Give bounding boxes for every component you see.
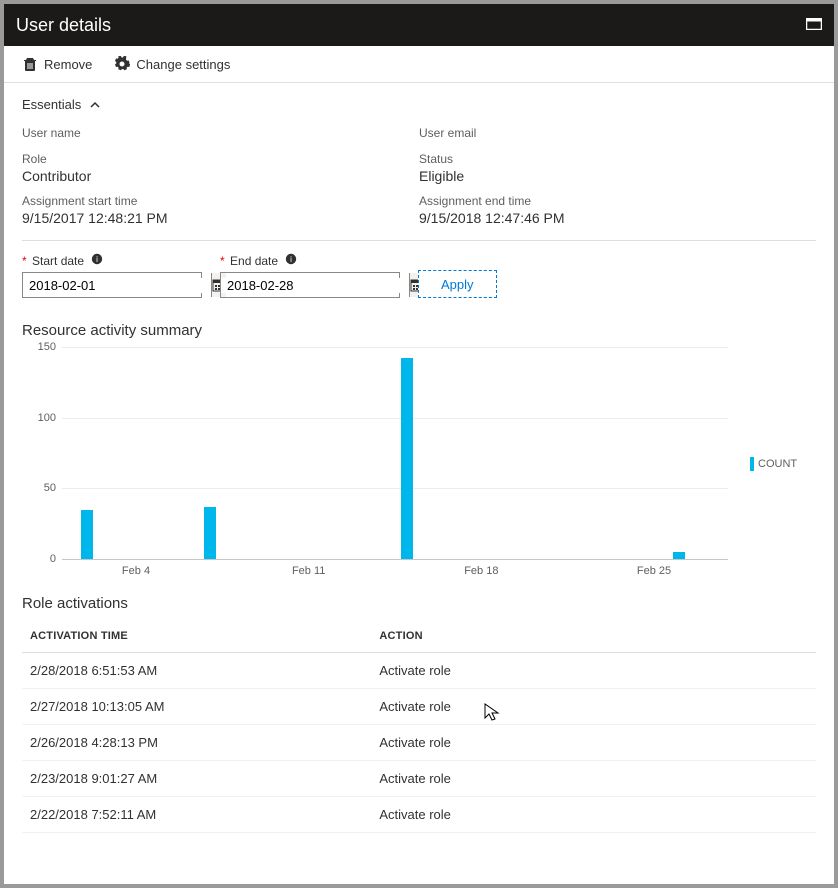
- essentials-toggle[interactable]: Essentials: [22, 93, 816, 120]
- user-details-panel: User details Remove Change settings Esse…: [0, 0, 838, 888]
- col-activation-time[interactable]: ACTIVATION TIME: [22, 620, 371, 653]
- activation-time-cell: 2/22/2018 7:52:11 AM: [22, 797, 371, 833]
- chart-xtick: Feb 18: [464, 565, 498, 577]
- action-cell: Activate role: [371, 653, 816, 689]
- col-action[interactable]: ACTION: [371, 620, 816, 653]
- end-date-input[interactable]: [221, 278, 409, 293]
- required-asterisk: *: [22, 254, 27, 268]
- action-cell: Activate role: [371, 797, 816, 833]
- start-date-input-wrap: [22, 272, 202, 298]
- action-cell: Activate role: [371, 689, 816, 725]
- essentials-label: Essentials: [22, 97, 81, 112]
- maximize-icon: [806, 18, 822, 30]
- gear-icon: [114, 56, 130, 72]
- table-row[interactable]: 2/22/2018 7:52:11 AMActivate role: [22, 797, 816, 833]
- legend-swatch: [750, 457, 754, 471]
- assignment-end-label: Assignment end time: [419, 194, 816, 208]
- table-header-row: ACTIVATION TIME ACTION: [22, 620, 816, 653]
- activation-time-cell: 2/23/2018 9:01:27 AM: [22, 761, 371, 797]
- apply-button[interactable]: Apply: [418, 270, 497, 298]
- chart-xtick: Feb 11: [292, 565, 325, 577]
- chart-legend: COUNT: [750, 351, 797, 577]
- chart-ytick: 50: [44, 482, 56, 494]
- field-username: User name: [22, 126, 419, 142]
- table-row[interactable]: 2/26/2018 4:28:13 PMActivate role: [22, 725, 816, 761]
- chart-xtick: Feb 25: [637, 565, 671, 577]
- info-icon[interactable]: i: [91, 253, 103, 268]
- action-cell: Activate role: [371, 725, 816, 761]
- chart-xtick: Feb 4: [122, 565, 150, 577]
- activation-time-cell: 2/26/2018 4:28:13 PM: [22, 725, 371, 761]
- role-value: Contributor: [22, 168, 419, 184]
- chart-bar[interactable]: [81, 510, 93, 559]
- chart-bar[interactable]: [401, 358, 413, 559]
- assignment-end-value: 9/15/2018 12:47:46 PM: [419, 210, 816, 226]
- trash-icon: [22, 56, 38, 72]
- svg-text:i: i: [291, 255, 293, 264]
- change-settings-label: Change settings: [136, 57, 230, 72]
- assignment-start-label: Assignment start time: [22, 194, 419, 208]
- required-asterisk: *: [220, 254, 225, 268]
- field-assignment-end: Assignment end time 9/15/2018 12:47:46 P…: [419, 194, 816, 226]
- chart-bar[interactable]: [673, 552, 685, 559]
- activity-summary-heading: Resource activity summary: [22, 322, 816, 339]
- titlebar: User details: [4, 4, 834, 46]
- end-date-field: * End date i: [220, 253, 400, 298]
- role-activations-heading: Role activations: [22, 595, 816, 612]
- remove-button[interactable]: Remove: [22, 56, 92, 72]
- table-row[interactable]: 2/27/2018 10:13:05 AMActivate role: [22, 689, 816, 725]
- content-area: Essentials User name User email Role Con…: [4, 83, 834, 884]
- username-label: User name: [22, 126, 419, 140]
- table-row[interactable]: 2/28/2018 6:51:53 AMActivate role: [22, 653, 816, 689]
- start-date-field: * Start date i: [22, 253, 202, 298]
- essentials-section: User name User email Role Contributor St…: [22, 120, 816, 241]
- svg-text:i: i: [97, 255, 99, 264]
- table-row[interactable]: 2/23/2018 9:01:27 AMActivate role: [22, 761, 816, 797]
- panel-title: User details: [16, 15, 111, 36]
- activation-time-cell: 2/27/2018 10:13:05 AM: [22, 689, 371, 725]
- start-date-input[interactable]: [23, 278, 211, 293]
- change-settings-button[interactable]: Change settings: [114, 56, 230, 72]
- status-label: Status: [419, 152, 816, 166]
- chart-ytick: 100: [38, 412, 56, 424]
- action-cell: Activate role: [371, 761, 816, 797]
- end-date-input-wrap: [220, 272, 400, 298]
- field-status: Status Eligible: [419, 152, 816, 184]
- field-assignment-start: Assignment start time 9/15/2017 12:48:21…: [22, 194, 419, 226]
- role-label: Role: [22, 152, 419, 166]
- email-label: User email: [419, 126, 816, 140]
- activity-chart: 050100150Feb 4Feb 11Feb 18Feb 25: [22, 347, 732, 577]
- assignment-start-value: 9/15/2017 12:48:21 PM: [22, 210, 419, 226]
- field-email: User email: [419, 126, 816, 142]
- legend-label: COUNT: [758, 458, 797, 470]
- date-filter-row: * Start date i: [22, 241, 816, 304]
- status-value: Eligible: [419, 168, 816, 184]
- chart-ytick: 0: [50, 553, 56, 565]
- activity-chart-wrap: 050100150Feb 4Feb 11Feb 18Feb 25 COUNT: [22, 347, 816, 577]
- chart-ytick: 150: [38, 341, 56, 353]
- start-date-label: * Start date i: [22, 253, 202, 268]
- field-role: Role Contributor: [22, 152, 419, 184]
- chart-plot-area: [62, 347, 728, 559]
- activation-time-cell: 2/28/2018 6:51:53 AM: [22, 653, 371, 689]
- command-bar: Remove Change settings: [4, 46, 834, 83]
- chevron-up-icon: [89, 99, 101, 111]
- end-date-label: * End date i: [220, 253, 400, 268]
- info-icon[interactable]: i: [285, 253, 297, 268]
- chart-bar[interactable]: [204, 507, 216, 559]
- maximize-button[interactable]: [806, 18, 822, 33]
- remove-label: Remove: [44, 57, 92, 72]
- role-activations-table: ACTIVATION TIME ACTION 2/28/2018 6:51:53…: [22, 620, 816, 833]
